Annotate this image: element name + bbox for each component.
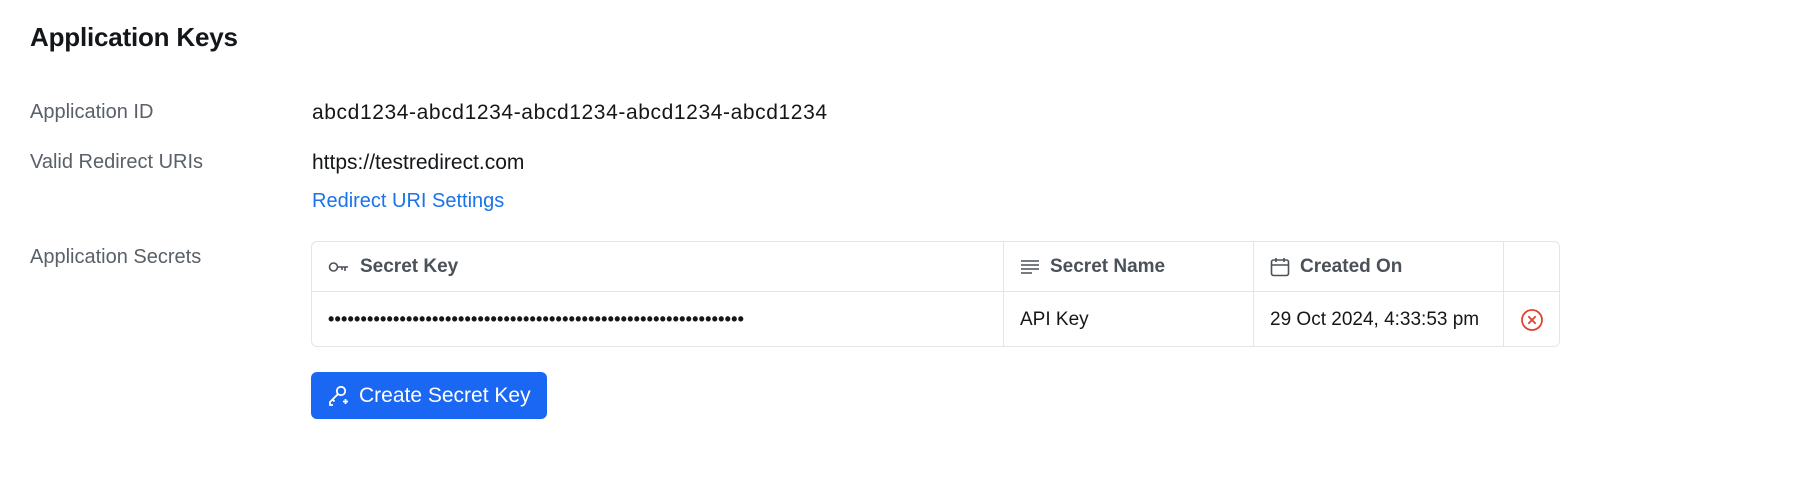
application-id-value: abcd1234-abcd1234-abcd1234-abcd1234-abcd… [312, 101, 828, 124]
column-actions [1504, 242, 1559, 291]
delete-secret-button[interactable] [1520, 308, 1544, 332]
actions-cell [1504, 292, 1559, 346]
column-label: Secret Key [360, 255, 459, 277]
secrets-table: Secret Key Secret Name Created On ••••••… [311, 241, 1560, 347]
table-header-row: Secret Key Secret Name Created On [312, 242, 1559, 292]
column-label: Created On [1300, 255, 1403, 277]
lines-icon [1021, 259, 1039, 274]
masked-secret: ••••••••••••••••••••••••••••••••••••••••… [328, 309, 745, 329]
delete-circle-icon [1520, 308, 1543, 331]
table-row: ••••••••••••••••••••••••••••••••••••••••… [312, 292, 1559, 346]
column-created-on: Created On [1254, 242, 1504, 291]
redirect-uris-label: Valid Redirect URIs [30, 151, 204, 173]
column-secret-name: Secret Name [1004, 242, 1254, 291]
created-on-cell: 29 Oct 2024, 4:33:53 pm [1254, 292, 1504, 346]
column-label: Secret Name [1050, 255, 1166, 277]
create-button-label: Create Secret Key [359, 383, 531, 407]
key-icon [328, 261, 348, 272]
column-secret-key: Secret Key [312, 242, 1004, 291]
create-secret-key-button[interactable]: Create Secret Key [311, 372, 547, 419]
calendar-icon [1270, 257, 1290, 276]
redirect-uri-value: https://testredirect.com [312, 151, 525, 174]
redirect-uri-settings-link[interactable]: Redirect URI Settings [312, 190, 504, 213]
secret-key-cell: ••••••••••••••••••••••••••••••••••••••••… [312, 292, 1004, 346]
section-title: Application Keys [30, 22, 238, 52]
application-keys-page: Application Keys Application ID abcd1234… [0, 0, 1806, 496]
application-secrets-label: Application Secrets [30, 246, 202, 268]
application-id-label: Application ID [30, 101, 154, 123]
key-add-icon [329, 385, 348, 406]
secret-name-cell: API Key [1004, 292, 1254, 346]
